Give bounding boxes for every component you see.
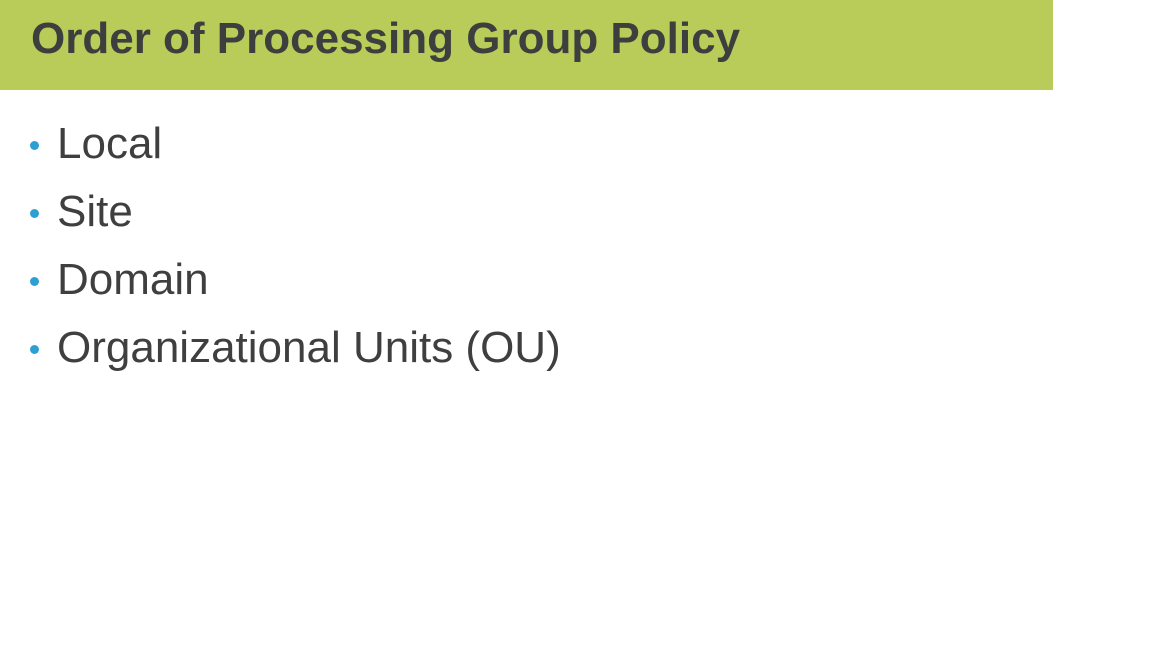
bullet-item-domain: Domain	[30, 246, 561, 314]
bullet-dot-icon	[30, 344, 39, 354]
bullet-label: Domain	[57, 255, 209, 304]
bullet-item-site: Site	[30, 178, 561, 246]
bullet-dot-icon	[30, 208, 39, 218]
bullet-dot-icon	[30, 276, 39, 286]
bullet-list: Local Site Domain Organizational Units (…	[30, 110, 561, 382]
title-bar: Order of Processing Group Policy	[0, 0, 1053, 90]
bullet-label: Site	[57, 187, 133, 236]
bullet-item-local: Local	[30, 110, 561, 178]
bullet-dot-icon	[30, 140, 39, 150]
slide-title: Order of Processing Group Policy	[31, 14, 741, 63]
bullet-label: Organizational Units (OU)	[57, 323, 561, 372]
bullet-item-organizational-units: Organizational Units (OU)	[30, 314, 561, 382]
bullet-label: Local	[57, 119, 163, 168]
slide: Order of Processing Group Policy Local S…	[0, 0, 1152, 648]
